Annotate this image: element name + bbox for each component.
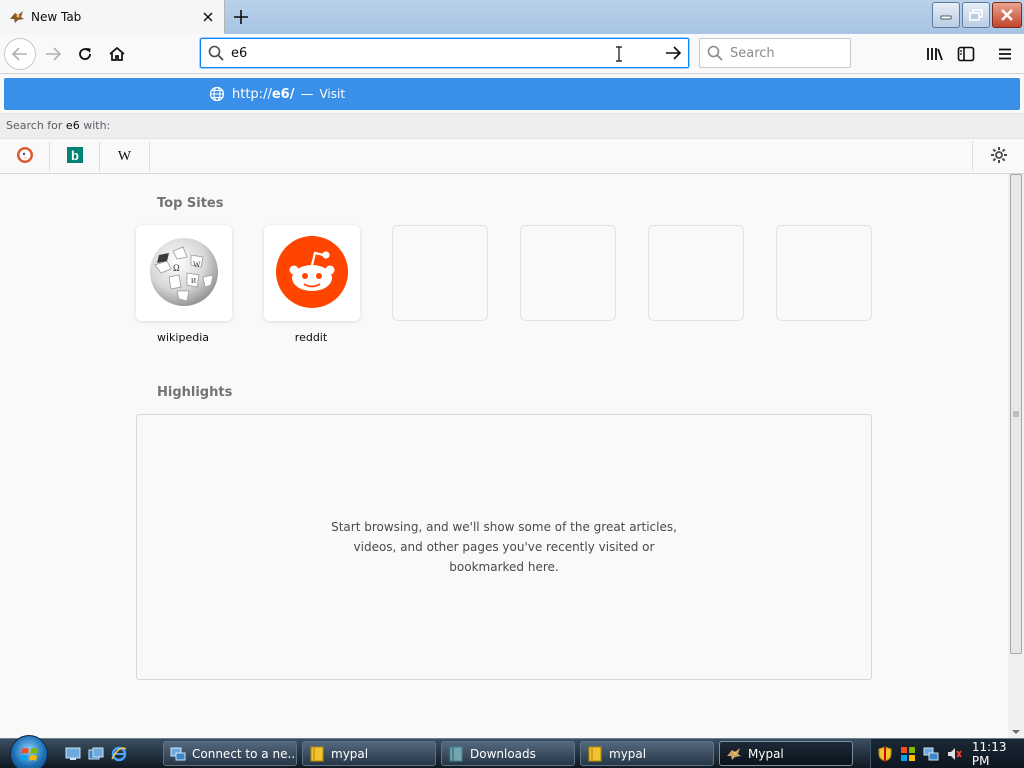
scrollbar-thumb[interactable] <box>1010 174 1022 654</box>
wikipedia-icon: W <box>117 148 132 164</box>
show-desktop-icon[interactable] <box>64 745 82 763</box>
top-site-placeholder <box>392 225 488 321</box>
taskbar-item-mypal-browser[interactable]: Mypal <box>719 741 853 766</box>
result-url: http://e6/ <box>232 86 295 102</box>
go-arrow-icon[interactable] <box>658 46 688 60</box>
reload-button[interactable] <box>69 38 101 70</box>
search-with-header: Search for e6 with: <box>0 113 1024 139</box>
new-tab-plus-icon[interactable] <box>229 5 253 29</box>
top-site-tile-wikipedia[interactable]: Ω W И <box>136 225 232 321</box>
reddit-icon <box>276 235 348 311</box>
scroll-down-arrow-icon[interactable] <box>1012 730 1020 734</box>
mypal-browser-icon <box>726 746 742 762</box>
top-site-placeholder <box>648 225 744 321</box>
text-cursor-icon <box>615 46 622 62</box>
autocomplete-result-visit[interactable]: http://e6/ — Visit <box>4 78 1020 110</box>
minimize-button[interactable] <box>932 2 960 28</box>
search-icon <box>201 45 231 61</box>
url-bar[interactable]: e6 <box>200 38 689 68</box>
search-engine-bing[interactable]: b <box>50 141 100 172</box>
windows-update-icon[interactable] <box>900 746 916 762</box>
search-icon <box>700 45 730 61</box>
folder-icon <box>587 746 603 762</box>
taskbar-item-downloads[interactable]: Downloads <box>441 741 575 766</box>
bing-icon: b <box>66 147 83 166</box>
mypal-favicon-icon <box>9 9 25 25</box>
tab-title: New Tab <box>31 10 82 24</box>
search-settings-button[interactable] <box>972 141 1024 171</box>
result-action-label: Visit <box>319 87 346 101</box>
svg-text:Ω: Ω <box>173 263 180 273</box>
highlights-heading: Highlights <box>157 385 233 400</box>
search-engine-duckduckgo[interactable] <box>0 141 50 172</box>
sidebar-toggle-button[interactable] <box>951 38 981 70</box>
top-site-placeholder <box>520 225 616 321</box>
close-window-button[interactable] <box>992 2 1022 28</box>
security-shield-icon[interactable] <box>878 746 893 762</box>
globe-icon <box>208 85 226 103</box>
window-controls <box>932 2 1022 28</box>
duckduckgo-icon <box>16 146 34 167</box>
svg-text:b: b <box>71 148 79 163</box>
url-autocomplete-popup: http://e6/ — Visit Search for e6 with: b… <box>0 75 1024 174</box>
tab-new-tab[interactable]: New Tab <box>0 0 225 34</box>
search-bar[interactable]: Search <box>699 38 851 68</box>
search-term: e6 <box>65 119 80 132</box>
gear-icon <box>990 146 1008 167</box>
top-site-label: wikipedia <box>156 331 209 344</box>
restore-button[interactable] <box>962 2 990 28</box>
new-tab-page: Top Sites Ω W И wikipedia reddit Highlig… <box>0 174 1008 738</box>
top-site-label: reddit <box>294 331 328 344</box>
internet-explorer-icon[interactable] <box>110 745 128 763</box>
taskbar-clock[interactable]: 11:13 PM <box>972 740 1024 768</box>
start-button[interactable] <box>10 735 48 768</box>
volume-muted-icon[interactable] <box>946 746 962 762</box>
svg-text:И: И <box>191 277 196 285</box>
windows-taskbar: Connect to a ne... mypal Downloads mypal… <box>0 735 1024 768</box>
forward-button[interactable] <box>37 38 69 70</box>
one-off-search-engines: b W <box>0 139 1024 174</box>
highlights-empty-state: Start browsing, and we'll show some of t… <box>136 414 872 680</box>
switch-windows-icon[interactable] <box>87 745 105 763</box>
system-tray: 11:13 PM <box>870 739 1024 768</box>
top-sites-heading: Top Sites <box>157 196 224 211</box>
hamburger-menu-button[interactable] <box>990 38 1020 70</box>
network-status-icon[interactable] <box>923 746 939 762</box>
network-icon <box>170 746 186 762</box>
top-site-tile-reddit[interactable] <box>264 225 360 321</box>
url-input[interactable]: e6 <box>231 46 658 61</box>
svg-text:W: W <box>193 260 201 269</box>
vertical-scrollbar[interactable] <box>1008 174 1024 738</box>
wikipedia-globe-icon: Ω W И <box>147 235 221 312</box>
folder-icon <box>309 746 325 762</box>
home-button[interactable] <box>101 38 133 70</box>
taskbar-item-mypal-folder[interactable]: mypal <box>580 741 714 766</box>
back-button[interactable] <box>4 38 36 70</box>
highlights-message: Start browsing, and we'll show some of t… <box>331 520 677 574</box>
close-tab-icon[interactable] <box>198 7 218 27</box>
downloads-folder-icon <box>448 746 464 762</box>
library-button[interactable] <box>920 38 950 70</box>
search-engine-wikipedia[interactable]: W <box>100 141 150 172</box>
navigation-toolbar: e6 Search <box>0 34 1024 74</box>
taskbar-item-mypal-folder[interactable]: mypal <box>302 741 436 766</box>
search-input[interactable]: Search <box>730 46 775 61</box>
result-separator: — <box>300 86 314 102</box>
top-site-placeholder <box>776 225 872 321</box>
title-bar: New Tab <box>0 0 1024 34</box>
taskbar-item-network[interactable]: Connect to a ne... <box>163 741 297 766</box>
